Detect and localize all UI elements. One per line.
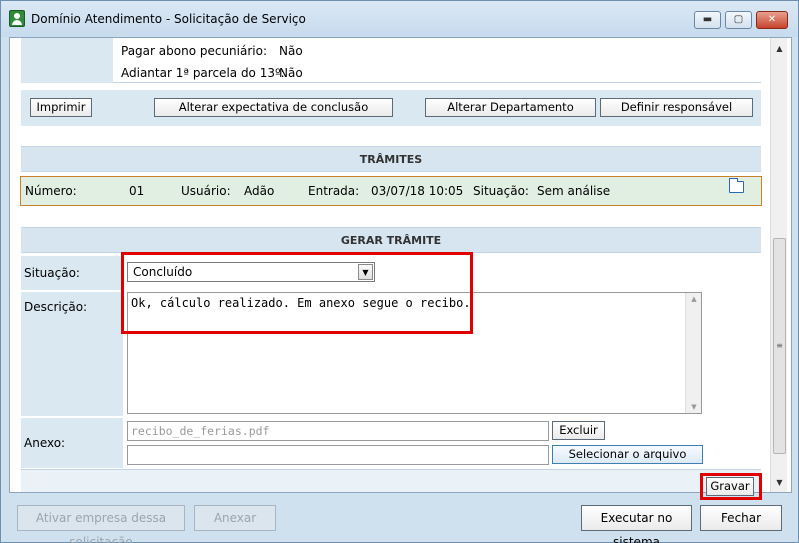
maximize-button[interactable]: ▢ [725,11,752,29]
gravar-highlight-box [700,473,762,500]
anexo-field-label: Anexo: [24,436,66,450]
main-scrollbar[interactable]: ▲ ≡ ▼ [770,38,787,492]
content-panel: Pagar abono pecuniário: Não Adiantar 1ª … [9,37,792,493]
ativar-empresa-button[interactable]: Ativar empresa dessa solicitação [17,505,185,543]
excluir-button[interactable]: Excluir [552,421,605,440]
entrada-label: Entrada: [308,184,360,198]
change-expectation-button[interactable]: Alterar expectativa de conclusão [154,98,393,117]
window-title: Domínio Atendimento - Solicitação de Ser… [31,12,306,26]
usuario-value: Adão [244,184,275,198]
define-responsible-button[interactable]: Definir responsável [600,98,753,117]
entrada-value: 03/07/18 10:05 [371,184,464,198]
scroll-down-icon[interactable]: ▼ [686,403,702,411]
gerar-tramite-header: GERAR TRÂMITE [21,227,761,253]
numero-label: Número: [25,184,77,198]
print-button[interactable]: Imprimir [30,98,92,117]
info-row1-label: Pagar abono pecuniário: [121,44,267,58]
scroll-up-icon[interactable]: ▲ [686,295,702,303]
close-button[interactable]: ✕ [756,11,788,29]
user-icon [9,10,25,27]
textarea-scrollbar[interactable]: ▲ ▼ [685,293,701,413]
select-file-button[interactable]: Selecionar o arquivo [552,445,703,464]
bottom-strip [21,469,761,492]
descricao-field-label: Descrição: [24,300,88,314]
scrollbar-thumb[interactable]: ≡ [773,238,786,454]
fechar-button[interactable]: Fechar [700,505,782,531]
highlight-box [121,252,473,334]
info-row1-value: Não [279,44,303,58]
change-department-button[interactable]: Alterar Departamento [425,98,596,117]
scroll-up-icon[interactable]: ▲ [771,40,788,57]
grip-icon: ≡ [776,341,783,350]
info-row2-value: Não [279,66,303,80]
tramite-row[interactable]: Número: 01 Usuário: Adão Entrada: 03/07/… [20,176,762,206]
situacao-label: Situação: [473,184,529,198]
scroll-down-icon[interactable]: ▼ [771,474,788,491]
situacao-field-label: Situação: [24,266,80,280]
title-bar: Domínio Atendimento - Solicitação de Ser… [1,1,798,37]
anexar-button[interactable]: Anexar [194,505,276,531]
anexo-path-field[interactable] [127,445,549,465]
app-window: Domínio Atendimento - Solicitação de Ser… [0,0,799,543]
numero-value: 01 [129,184,145,198]
minimize-button[interactable]: ▬ [694,11,721,29]
tramites-header: TRÂMITES [21,146,761,172]
executar-sistema-button[interactable]: Executar no sistema [581,505,692,543]
info-left-cell [21,38,113,83]
folder-icon[interactable] [729,178,744,193]
usuario-label: Usuário: [181,184,231,198]
info-row2-label: Adiantar 1ª parcela do 13º: [121,66,285,80]
anexo-file-field[interactable]: recibo_de_ferias.pdf [127,421,549,441]
info-block: Pagar abono pecuniário: Não Adiantar 1ª … [113,38,761,83]
situacao-value: Sem análise [537,184,611,198]
